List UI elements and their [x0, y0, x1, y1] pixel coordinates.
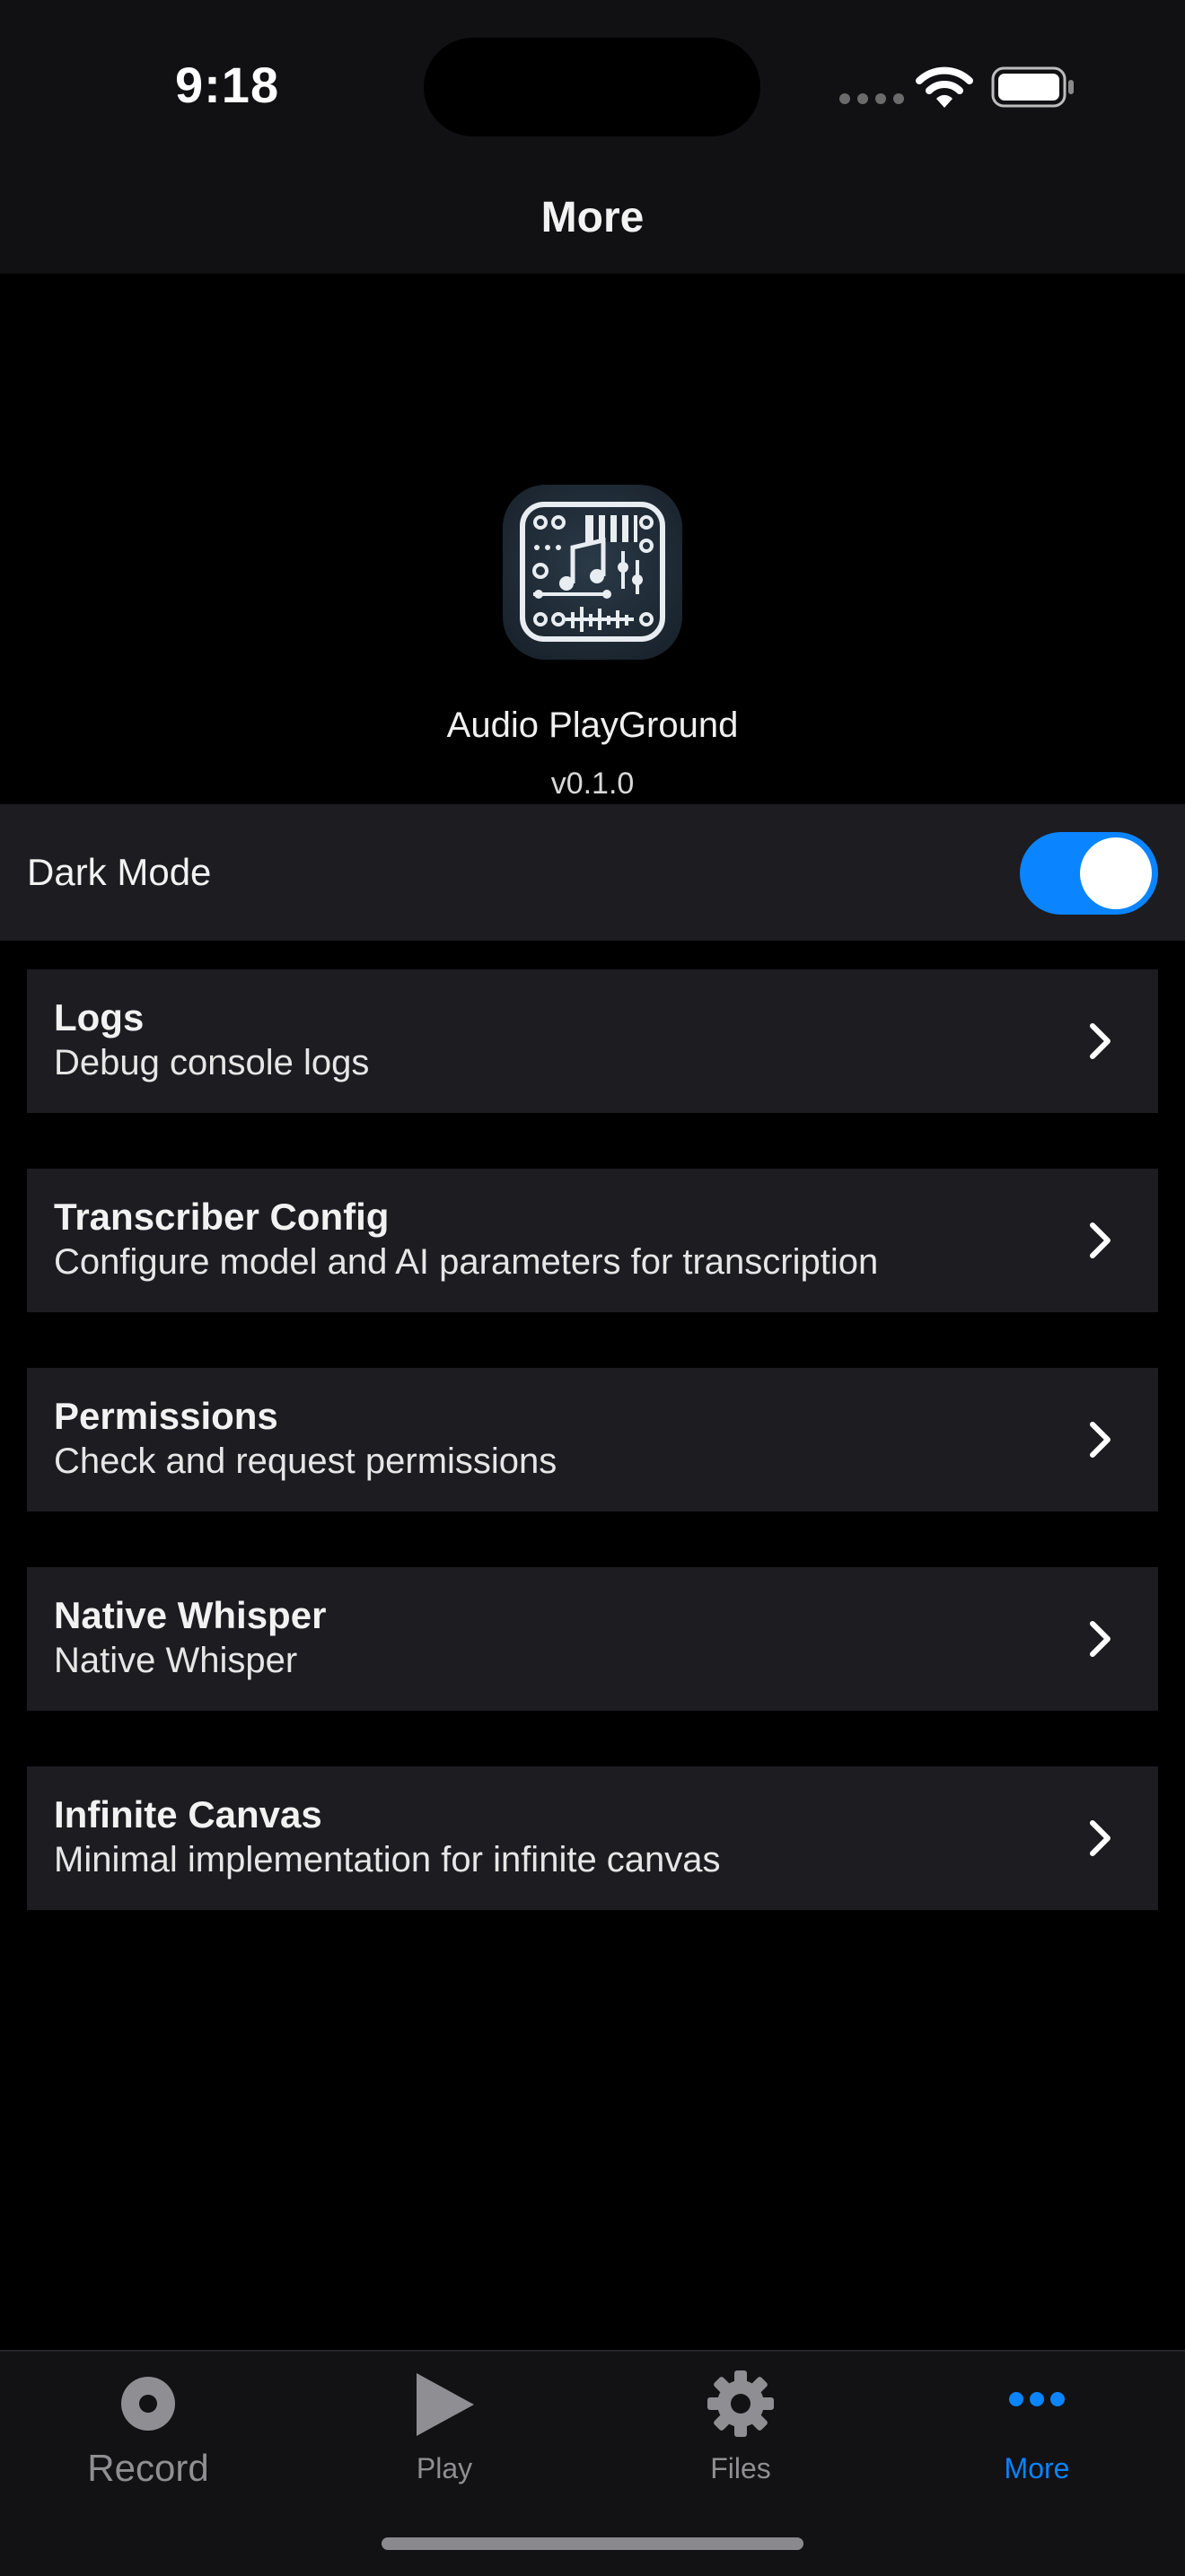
menu-item-native-whisper[interactable]: Native Whisper Native Whisper	[27, 1567, 1158, 1711]
chevron-right-icon	[1090, 1422, 1110, 1458]
menu-item-title: Logs	[54, 996, 145, 1038]
page-title: More	[540, 194, 645, 241]
menu-item-logs[interactable]: Logs Debug console logs	[27, 969, 1158, 1113]
chevron-right-icon	[1090, 1621, 1110, 1657]
chevron-right-icon	[1090, 1023, 1110, 1059]
tab-label: Files	[710, 2452, 771, 2484]
menu-item-title: Infinite Canvas	[54, 1793, 322, 1836]
status-time: 9:18	[175, 57, 280, 113]
menu-item-transcriber-config[interactable]: Transcriber Config Configure model and A…	[27, 1169, 1158, 1312]
app-name: Audio PlayGround	[446, 705, 739, 745]
app-logo	[503, 485, 682, 660]
nav-header: More	[0, 153, 1185, 274]
tab-label: More	[1004, 2452, 1070, 2484]
status-bar: 9:18	[0, 0, 1185, 153]
tab-label: Record	[87, 2447, 209, 2489]
tab-files[interactable]: Files	[592, 2352, 889, 2531]
dynamic-island	[424, 38, 760, 136]
dark-mode-toggle[interactable]	[1020, 832, 1158, 915]
chevron-right-icon	[1090, 1222, 1110, 1258]
circuit-music-icon	[520, 502, 665, 642]
play-icon	[417, 2373, 474, 2436]
more-icon	[1009, 2392, 1065, 2406]
record-icon	[121, 2377, 175, 2431]
wifi-icon	[916, 66, 973, 108]
menu-item-title: Native Whisper	[54, 1594, 327, 1636]
tab-more[interactable]: More	[889, 2352, 1185, 2531]
menu-item-subtitle: Check and request permissions	[54, 1441, 557, 1481]
tab-play[interactable]: Play	[296, 2352, 592, 2531]
app-version: v0.1.0	[550, 767, 635, 801]
chevron-right-icon	[1090, 1820, 1110, 1856]
menu-item-title: Transcriber Config	[54, 1196, 390, 1238]
gear-icon	[707, 2370, 774, 2437]
toggle-knob	[1080, 837, 1152, 909]
tab-record[interactable]: Record	[0, 2352, 296, 2531]
home-indicator	[382, 2537, 803, 2550]
menu-item-subtitle: Native Whisper	[54, 1641, 298, 1680]
menu-item-subtitle: Minimal implementation for infinite canv…	[54, 1840, 721, 1879]
battery-icon	[991, 66, 1074, 108]
dark-mode-row: Dark Mode	[0, 804, 1185, 941]
menu-item-title: Permissions	[54, 1395, 278, 1437]
cellular-signal-icon	[839, 93, 904, 104]
menu-item-infinite-canvas[interactable]: Infinite Canvas Minimal implementation f…	[27, 1766, 1158, 1910]
menu-item-permissions[interactable]: Permissions Check and request permission…	[27, 1368, 1158, 1511]
menu-item-subtitle: Configure model and AI parameters for tr…	[54, 1242, 879, 1282]
dark-mode-label: Dark Mode	[27, 851, 212, 893]
menu-item-subtitle: Debug console logs	[54, 1043, 370, 1082]
tab-label: Play	[416, 2452, 473, 2484]
